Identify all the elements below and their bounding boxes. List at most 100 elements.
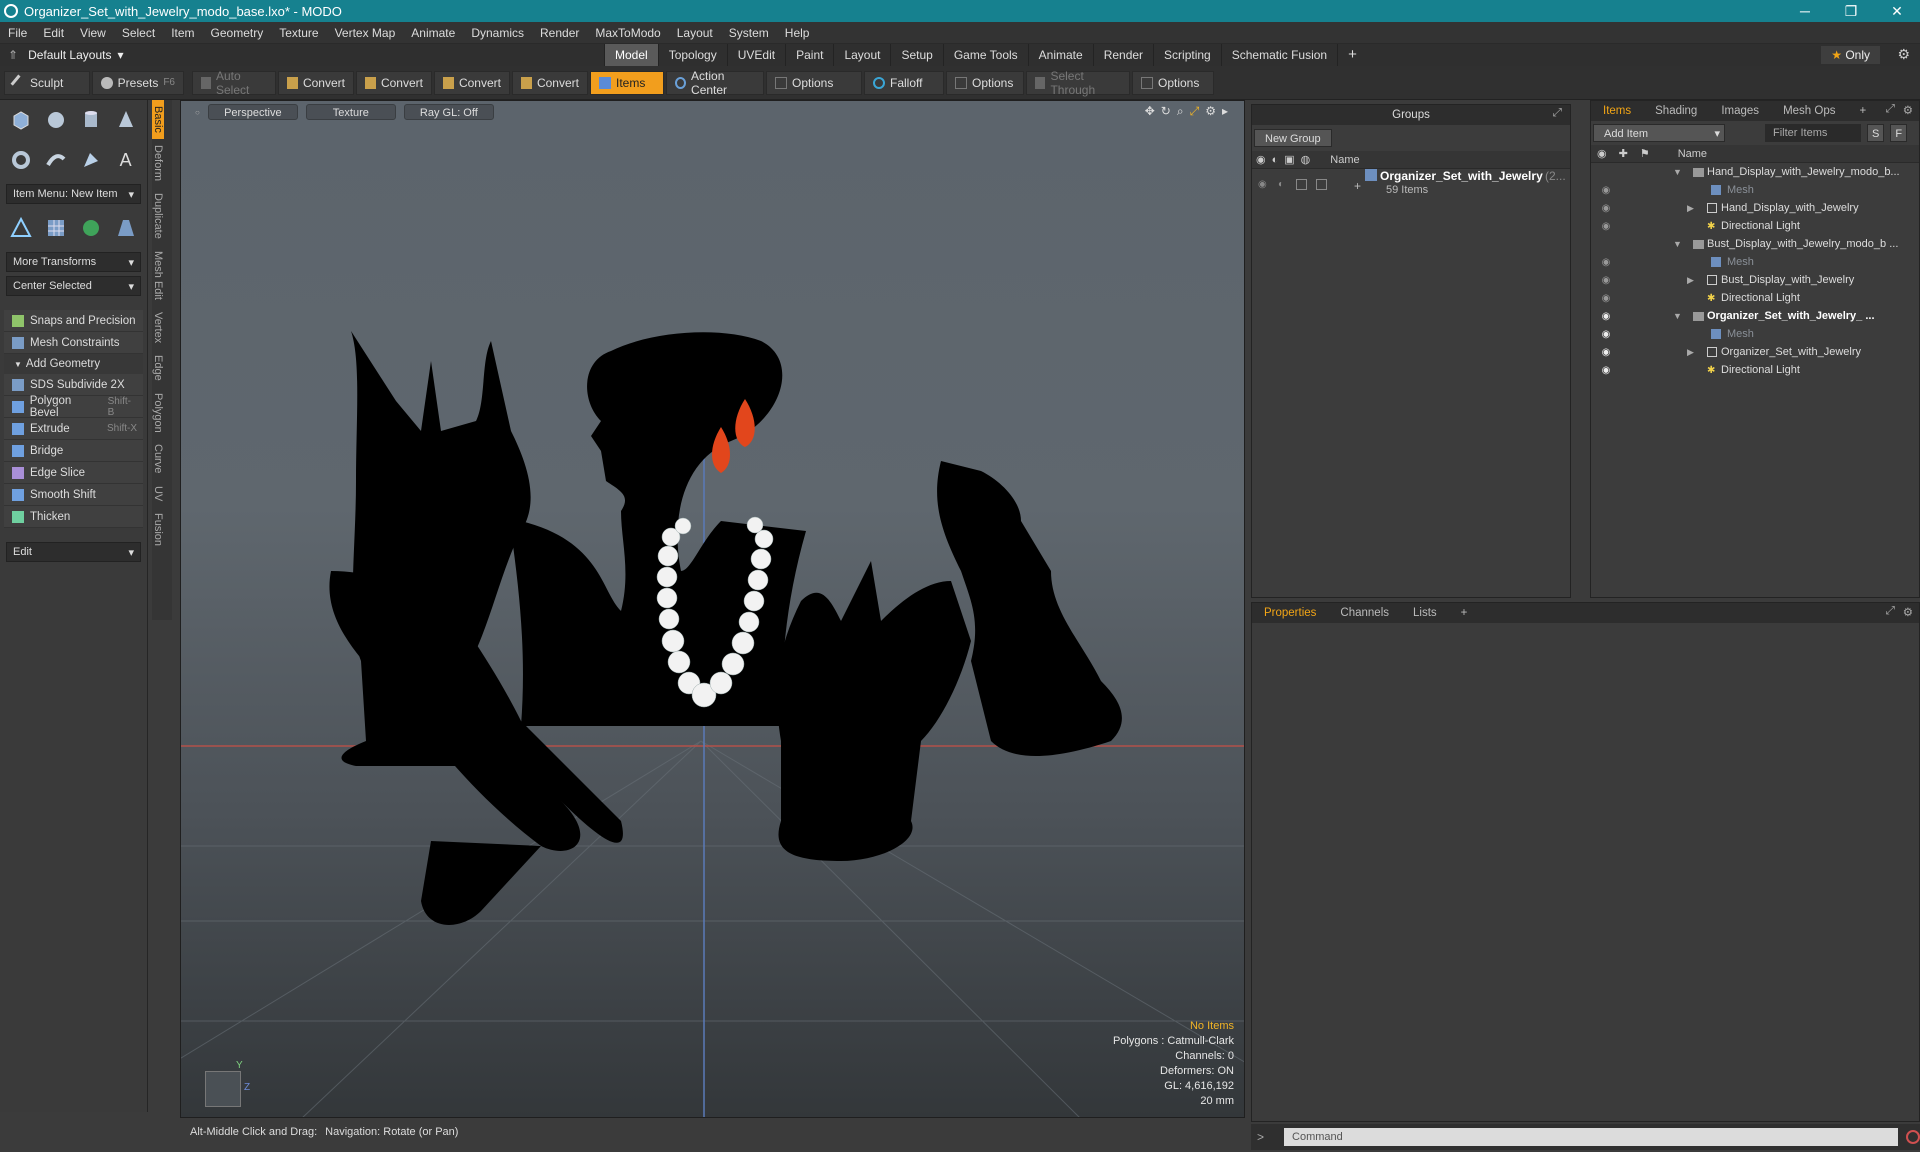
falloff-options-button[interactable]: Options — [946, 70, 1024, 95]
menu-view[interactable]: View — [72, 26, 114, 40]
layout-collapse-icon[interactable]: ⇑ — [8, 48, 18, 62]
viewport-more-icon[interactable]: ▸ — [1222, 104, 1228, 119]
convert-polygons-button[interactable]: Convert — [434, 70, 510, 95]
record-macro-icon[interactable] — [1906, 1130, 1920, 1144]
tab-images[interactable]: Images — [1709, 101, 1771, 121]
menu-file[interactable]: File — [0, 26, 35, 40]
3d-viewport[interactable]: ○ Perspective Texture Ray GL: Off ✥ ↻ ⌕ … — [180, 100, 1245, 1118]
globe-icon[interactable] — [76, 212, 107, 244]
menu-item[interactable]: Item — [163, 26, 202, 40]
visibility-toggle-icon[interactable]: ◉ — [1599, 329, 1613, 340]
falloff-button[interactable]: Falloff — [864, 70, 944, 95]
tab-properties[interactable]: Properties — [1252, 603, 1328, 623]
vtab-fusion[interactable]: Fusion — [152, 507, 164, 552]
expand-plus-icon[interactable]: + — [1354, 179, 1361, 193]
menu-dynamics[interactable]: Dynamics — [463, 26, 532, 40]
collapse-triangle-icon[interactable]: ▼ — [1673, 239, 1682, 249]
tab-items[interactable]: Items — [1591, 101, 1643, 121]
extrude-button[interactable]: Extrude Shift-X — [4, 418, 143, 440]
cylinder-primitive-icon[interactable] — [76, 104, 107, 136]
menu-animate[interactable]: Animate — [403, 26, 463, 40]
zoom-view-icon[interactable]: ⌕ — [1177, 104, 1184, 119]
tree-row-group[interactable]: ◉ ▶ Organizer_Set_with_Jewelry — [1591, 343, 1919, 361]
add-tab-button[interactable]: + — [1337, 44, 1367, 66]
menu-render[interactable]: Render — [532, 26, 587, 40]
tree-row-mesh[interactable]: ◉ Mesh — [1591, 181, 1919, 199]
cone-primitive-icon[interactable] — [110, 104, 141, 136]
tree-row-light[interactable]: ◉ ✱ Directional Light — [1591, 289, 1919, 307]
view-type-dropdown[interactable]: Perspective — [207, 104, 298, 120]
edge-slice-button[interactable]: Edge Slice — [4, 462, 143, 484]
select-options-button[interactable]: Options — [1132, 70, 1214, 95]
convert-edges-button[interactable]: Convert — [356, 70, 432, 95]
edit-dropdown[interactable]: Edit ▾ — [6, 542, 141, 562]
sphere-primitive-icon[interactable] — [41, 104, 72, 136]
more-transforms-dropdown[interactable]: More Transforms ▾ — [6, 252, 141, 272]
presets-button[interactable]: Presets F6 — [92, 70, 184, 95]
tree-row-scene[interactable]: ▼ Hand_Display_with_Jewelry_modo_b... — [1591, 163, 1919, 181]
menu-select[interactable]: Select — [114, 26, 163, 40]
add-tab-button[interactable]: + — [1847, 101, 1878, 121]
visibility-toggle-icon[interactable]: ◉ — [1599, 257, 1613, 268]
shading-mode-dropdown[interactable]: Texture — [305, 104, 396, 120]
items-mode-button[interactable]: Items — [590, 70, 664, 95]
vtab-mesh-edit[interactable]: Mesh Edit — [152, 245, 164, 306]
vtab-duplicate[interactable]: Duplicate — [152, 187, 164, 245]
expand-triangle-icon[interactable]: ▶ — [1687, 275, 1694, 286]
vtab-uv[interactable]: UV — [152, 480, 164, 507]
visibility-toggle-icon[interactable]: ◉ — [1258, 179, 1267, 190]
tab-topology[interactable]: Topology — [657, 44, 727, 66]
tree-row-mesh[interactable]: ◉ Mesh — [1591, 325, 1919, 343]
menu-edit[interactable]: Edit — [35, 26, 72, 40]
menu-layout[interactable]: Layout — [669, 26, 721, 40]
auto-select-button[interactable]: Auto Select — [192, 69, 276, 97]
add-geometry-header[interactable]: ▼ Add Geometry — [4, 354, 143, 374]
action-center-options-button[interactable]: Options — [766, 70, 862, 95]
visibility-toggle-icon[interactable]: ◉ — [1599, 347, 1613, 358]
visibility-toggle-icon[interactable]: ◉ — [1599, 311, 1613, 322]
tab-mesh-ops[interactable]: Mesh Ops — [1771, 101, 1847, 121]
gear-icon[interactable]: ⚙ — [1897, 46, 1910, 63]
tab-layout[interactable]: Layout — [833, 44, 890, 66]
vtab-basic[interactable]: Basic — [152, 100, 164, 139]
vtab-deform[interactable]: Deform — [152, 139, 164, 187]
add-item-button[interactable]: Add Item ▾ — [1593, 124, 1725, 142]
tree-row-scene[interactable]: ▼ Bust_Display_with_Jewelry_modo_b ... — [1591, 235, 1919, 253]
filter-f-button[interactable]: F — [1890, 124, 1908, 142]
tree-row-light[interactable]: ◉ ✱ Directional Light — [1591, 217, 1919, 235]
gear-icon[interactable]: ⚙ — [1903, 605, 1913, 619]
viewport-indicator-icon[interactable]: ○ — [195, 108, 200, 117]
tab-setup[interactable]: Setup — [890, 44, 942, 66]
bridge-button[interactable]: Bridge — [4, 440, 143, 462]
item-menu-dropdown[interactable]: Item Menu: New Item ▾ — [6, 184, 141, 204]
tab-scripting[interactable]: Scripting — [1153, 44, 1221, 66]
collapse-triangle-icon[interactable]: ▼ — [1673, 167, 1682, 177]
add-tab-button[interactable]: + — [1449, 603, 1480, 623]
center-selected-dropdown[interactable]: Center Selected ▾ — [6, 276, 141, 296]
gear-icon[interactable]: ⚙ — [1903, 103, 1913, 117]
polygon-bevel-button[interactable]: Polygon Bevel Shift-B — [4, 395, 143, 419]
visibility-toggle-icon[interactable]: ◉ — [1599, 293, 1613, 304]
thicken-button[interactable]: Thicken — [4, 506, 143, 528]
pen-tool-icon[interactable] — [76, 144, 107, 176]
mesh-grid-icon[interactable] — [41, 212, 72, 244]
minimize-button[interactable]: ─ — [1782, 0, 1828, 22]
mesh-constraints-button[interactable]: Mesh Constraints — [4, 332, 143, 354]
text-tool-icon[interactable]: A — [110, 144, 141, 176]
visibility-toggle-icon[interactable]: ◉ — [1599, 275, 1613, 286]
expand-triangle-icon[interactable]: ▶ — [1687, 203, 1694, 214]
default-layouts-dropdown[interactable]: Default Layouts ▾ — [28, 48, 123, 62]
raygl-toggle[interactable]: Ray GL: Off — [403, 104, 494, 120]
convert-vertices-button[interactable]: Convert — [278, 70, 354, 95]
menu-geometry[interactable]: Geometry — [203, 26, 272, 40]
tree-row-mesh[interactable]: ◉ Mesh — [1591, 253, 1919, 271]
vtab-polygon[interactable]: Polygon — [152, 387, 164, 439]
expand-panel-icon[interactable]: ⤢ — [1886, 605, 1895, 618]
collapse-triangle-icon[interactable]: ▼ — [1673, 311, 1682, 321]
tab-animate[interactable]: Animate — [1027, 44, 1093, 66]
tree-row-light[interactable]: ◉ ✱ Directional Light — [1591, 361, 1919, 379]
tube-tool-icon[interactable] — [41, 144, 72, 176]
viewport-settings-icon[interactable]: ⚙ — [1205, 104, 1216, 119]
vtab-vertex[interactable]: Vertex — [152, 306, 164, 349]
smooth-shift-button[interactable]: Smooth Shift — [4, 484, 143, 506]
